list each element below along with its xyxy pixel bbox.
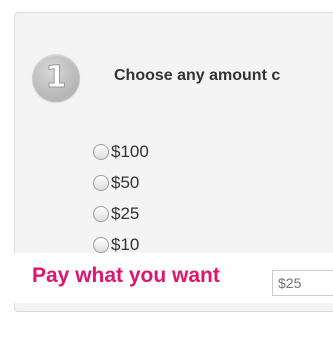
radio-button[interactable]: [93, 205, 109, 222]
amount-label: $50: [111, 172, 140, 192]
step-number: 1: [45, 60, 67, 95]
amount-option-50[interactable]: $50: [93, 171, 149, 194]
amount-label: $100: [111, 141, 149, 161]
amount-option-100[interactable]: $100: [93, 140, 149, 163]
step-title: Choose any amount c: [114, 67, 281, 84]
radio-button[interactable]: [93, 143, 109, 160]
amount-label: $25: [111, 203, 140, 223]
amount-options: $100 $50 $25 $10: [93, 140, 149, 264]
amount-option-25[interactable]: $25: [93, 202, 149, 225]
overlay-title: Pay what you want: [32, 264, 220, 287]
step-number-badge: 1: [32, 54, 80, 102]
amount-label: $10: [111, 234, 140, 254]
radio-button[interactable]: [93, 174, 109, 191]
custom-amount-input[interactable]: [272, 270, 333, 296]
radio-button[interactable]: [93, 236, 109, 253]
